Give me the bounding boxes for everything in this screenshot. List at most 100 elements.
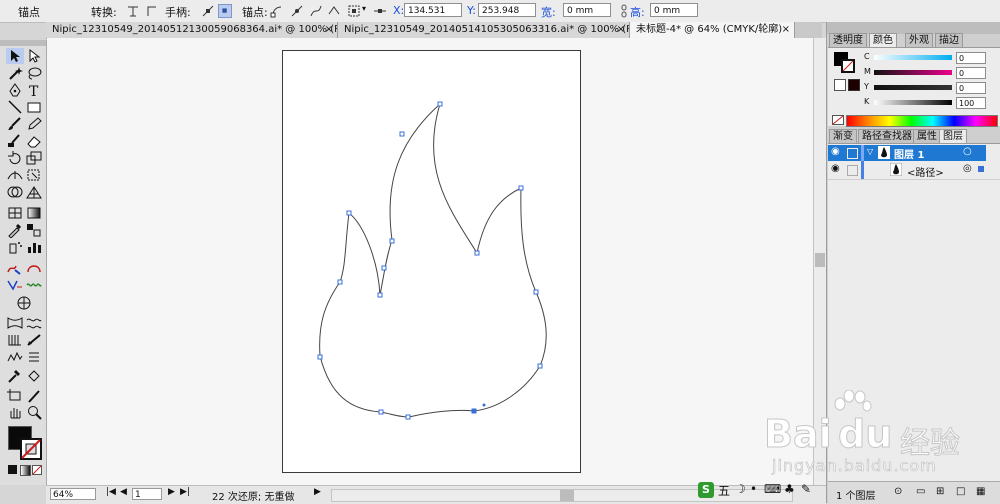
tab-attributes[interactable]: 属性: [913, 129, 941, 144]
close-icon[interactable]: ×: [617, 22, 625, 38]
pen-tool-icon[interactable]: [6, 82, 24, 98]
direct-selection-tool-icon[interactable]: [25, 48, 43, 64]
stroke-color-swatch[interactable]: [20, 438, 42, 460]
eyedropper-measure-icon[interactable]: [6, 368, 24, 384]
blob-brush-icon[interactable]: [6, 133, 24, 149]
line-tool-icon[interactable]: [6, 99, 24, 115]
warp-tool-icon[interactable]: [6, 260, 24, 276]
hand-tool-icon[interactable]: [6, 404, 24, 420]
mesh-tool-icon[interactable]: [6, 205, 24, 221]
none-color-icon[interactable]: [832, 115, 844, 125]
doc-tab-3[interactable]: 未标题-4* @ 64% (CMYK/轮廓) ×: [630, 22, 795, 38]
convert-corner-icon[interactable]: [126, 4, 140, 18]
eye-icon[interactable]: ◉: [831, 146, 840, 157]
artboard-number-field[interactable]: 1: [132, 488, 162, 500]
knife-tool-icon[interactable]: [25, 388, 43, 404]
expand-arrow-icon[interactable]: ▽: [867, 147, 873, 156]
layer-row-2[interactable]: ◉ <路径> ◎: [828, 161, 1000, 180]
none-mode-icon[interactable]: [32, 465, 42, 475]
scale-tool-icon[interactable]: [25, 150, 43, 166]
chart-grid-icon[interactable]: [6, 332, 24, 348]
k-slider[interactable]: [874, 100, 952, 105]
zigzag-icon[interactable]: [6, 349, 24, 365]
selection-tool-icon[interactable]: [6, 48, 24, 64]
zoom-tool-icon[interactable]: [25, 404, 43, 420]
new-layer-icon[interactable]: □: [956, 486, 965, 497]
connect-path-icon[interactable]: [290, 4, 304, 18]
m-value[interactable]: 0: [956, 67, 986, 79]
hide-handles-icon[interactable]: [218, 4, 232, 18]
rotate-tool-icon[interactable]: [6, 150, 24, 166]
show-handles-icon[interactable]: [201, 4, 215, 18]
zoom-field[interactable]: 64%: [50, 488, 96, 500]
eye-icon[interactable]: ◉: [831, 163, 840, 174]
x-field[interactable]: 134.531 mm: [404, 3, 462, 30]
status-menu-icon[interactable]: ▶: [314, 487, 321, 497]
draw-modes[interactable]: [5, 478, 41, 484]
remove-anchor-icon[interactable]: [270, 4, 284, 18]
blend-tool-icon[interactable]: [25, 222, 43, 238]
artboard[interactable]: [282, 50, 581, 473]
color-spectrum-bar[interactable]: [846, 115, 998, 127]
list-icon[interactable]: [25, 349, 43, 365]
layer-row-1[interactable]: ◉ ▽ 图层 1 ○: [828, 145, 986, 161]
punctuation-icon[interactable]: •: [750, 482, 757, 496]
prev-artboard-icon[interactable]: ◀: [120, 487, 127, 497]
shape-builder-icon[interactable]: [6, 184, 24, 200]
anchor-align-icon[interactable]: [373, 4, 387, 18]
transform-dropdown-icon[interactable]: ▾: [362, 4, 366, 13]
vertical-scrollbar[interactable]: [813, 38, 826, 485]
slice-tool-icon[interactable]: [25, 332, 43, 348]
h-field[interactable]: 0 mm: [650, 3, 698, 17]
y-field[interactable]: 253.948 mm: [478, 3, 536, 30]
lock-toggle[interactable]: [847, 148, 858, 159]
scroll-thumb[interactable]: [815, 253, 825, 267]
artboard-tool-icon[interactable]: [6, 388, 24, 404]
path-name[interactable]: <路径>: [907, 164, 944, 179]
tools-grip[interactable]: [0, 40, 46, 46]
tab-stroke[interactable]: 描边: [935, 33, 963, 48]
isolate-icon[interactable]: [327, 4, 341, 18]
eraser-icon[interactable]: [25, 133, 43, 149]
paint-bucket-icon[interactable]: [25, 368, 43, 384]
tab-transparency[interactable]: 透明度: [829, 33, 867, 48]
m-slider[interactable]: [874, 70, 952, 75]
close-icon[interactable]: ×: [325, 22, 333, 38]
close-icon[interactable]: ×: [782, 22, 790, 38]
y-slider[interactable]: [874, 85, 952, 90]
moon-icon[interactable]: ☽: [735, 482, 746, 496]
c-slider[interactable]: [874, 55, 952, 60]
gradient-mode-icon[interactable]: [20, 465, 31, 476]
next-artboard-icon[interactable]: ▶: [168, 487, 175, 497]
eyedropper-icon[interactable]: [6, 222, 24, 238]
tools-icon[interactable]: ✎: [801, 482, 811, 496]
c-value[interactable]: 0: [956, 52, 986, 64]
width-tool-icon[interactable]: [6, 167, 24, 183]
k-value[interactable]: 100: [956, 97, 986, 109]
magic-wand-icon[interactable]: [6, 65, 24, 81]
perspective-grid-icon[interactable]: [25, 184, 43, 200]
tab-appearance[interactable]: 外观: [905, 33, 933, 48]
column-graph-icon[interactable]: [25, 239, 43, 255]
w-field[interactable]: 0 mm: [563, 3, 611, 17]
doc-tab-1[interactable]: Nipic_12310549_20140512130059068364.ai* …: [46, 22, 338, 38]
tab-pathfinder[interactable]: 路径查找器: [858, 129, 916, 144]
envelope-distort-icon[interactable]: [6, 315, 24, 331]
sogou-ime-icon[interactable]: S: [698, 482, 714, 498]
selection-indicator[interactable]: [978, 166, 984, 172]
color-mode-icon[interactable]: [8, 465, 17, 474]
link-icon[interactable]: [617, 4, 631, 18]
type-tool-icon[interactable]: T: [25, 82, 43, 98]
convert-smooth-icon[interactable]: [145, 4, 159, 18]
lasso-icon[interactable]: [25, 65, 43, 81]
first-artboard-icon[interactable]: |◀: [106, 487, 116, 497]
last-artboard-icon[interactable]: ▶|: [180, 487, 190, 497]
rectangle-tool-icon[interactable]: [25, 99, 43, 115]
tab-color[interactable]: 颜色: [869, 33, 897, 48]
gradient-tool-icon[interactable]: [25, 205, 43, 221]
skin-icon[interactable]: ♣: [784, 482, 795, 496]
h-scroll-thumb[interactable]: [560, 490, 574, 501]
globe-icon[interactable]: [15, 295, 33, 311]
transform-icon[interactable]: [347, 4, 361, 18]
tab-gradient[interactable]: 渐变: [829, 129, 857, 144]
